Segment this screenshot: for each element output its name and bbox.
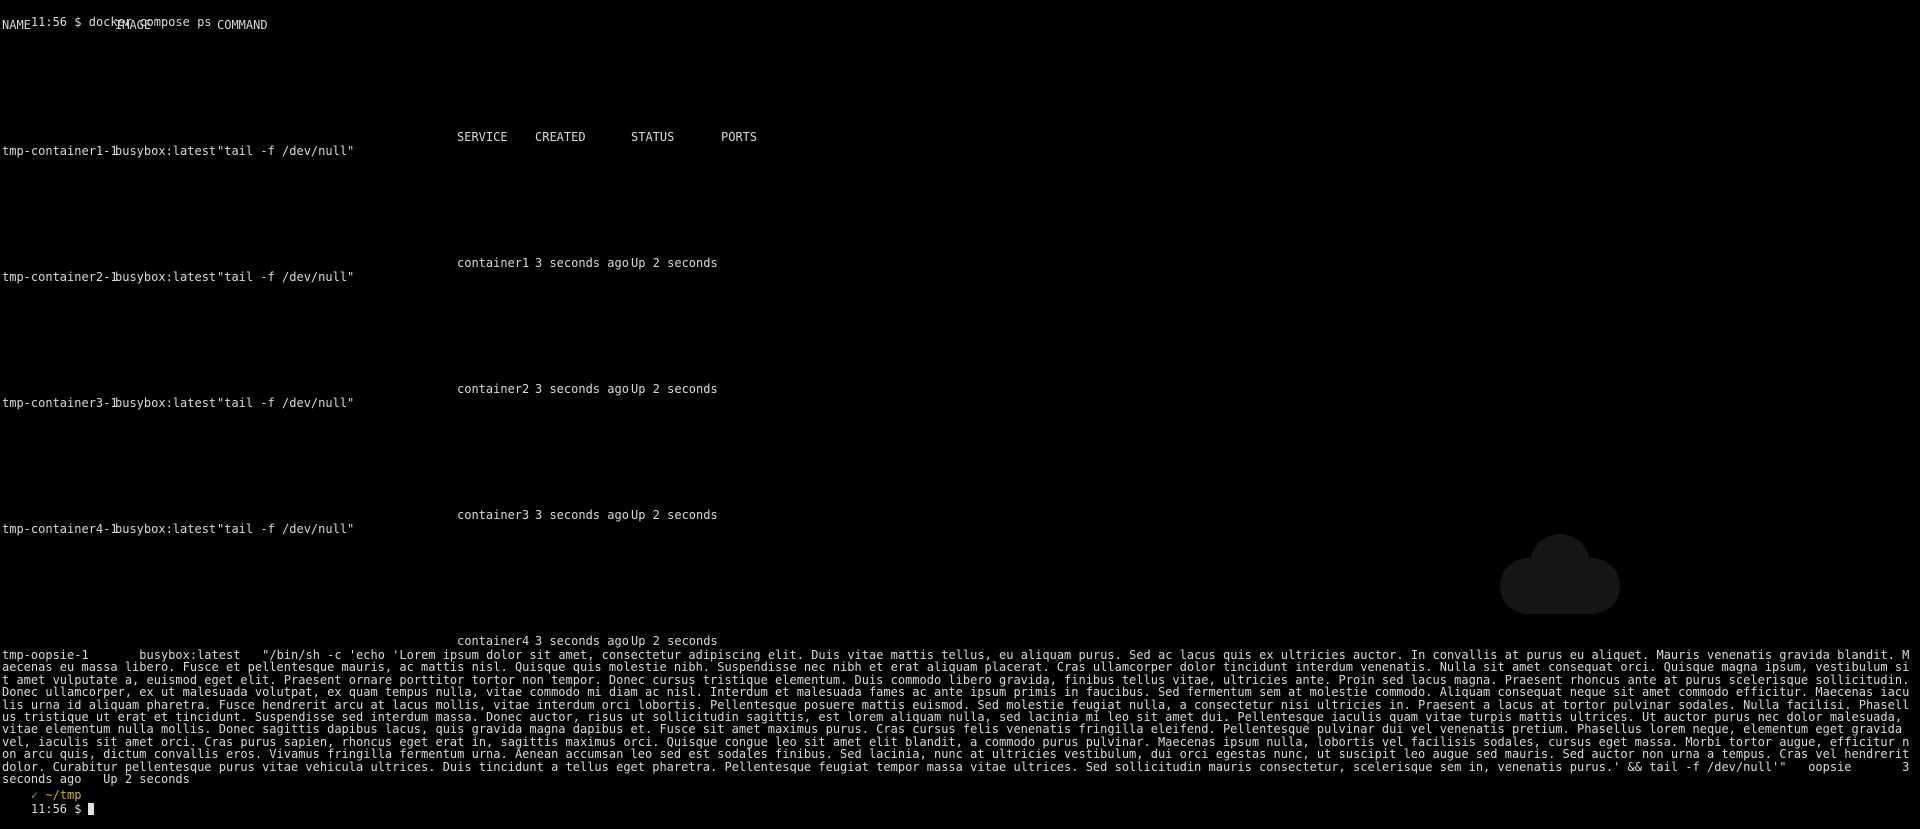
container-command: "tail -f /dev/null" <box>217 396 355 410</box>
oopsie-status: Up 2 seconds <box>103 772 190 787</box>
header-service: SERVICE <box>457 130 508 144</box>
container-created: 3 seconds ago <box>535 382 629 396</box>
command-line: 11:56 $ docker compose ps <box>2 3 212 42</box>
header-created: CREATED <box>535 130 586 144</box>
header-status: STATUS <box>631 130 675 144</box>
container-name: tmp-container3-1 <box>2 396 118 410</box>
container-status: Up 2 seconds <box>631 382 718 396</box>
header-command: COMMAND <box>217 18 268 32</box>
container-name: tmp-container1-1 <box>2 144 118 158</box>
container-status: Up 2 seconds <box>631 634 718 648</box>
terminal-window[interactable]: 11:56 $ docker compose ps NAME IMAGE COM… <box>0 0 1920 816</box>
container-service: container3 <box>457 508 530 522</box>
container-name: tmp-container2-1 <box>2 270 118 284</box>
prompt-input-line[interactable]: 11:56 $ <box>2 790 94 829</box>
header-ports: PORTS <box>721 130 758 144</box>
container-created: 3 seconds ago <box>535 508 629 522</box>
container-image: busybox:latest <box>115 396 217 410</box>
container-command: "tail -f /dev/null" <box>217 270 355 284</box>
container-status: Up 2 seconds <box>631 256 718 270</box>
container-command: "tail -f /dev/null" <box>217 522 355 536</box>
header-name: NAME <box>2 18 31 32</box>
container-service: container1 <box>457 256 530 270</box>
container-image: busybox:latest <box>115 270 217 284</box>
container-command: "tail -f /dev/null" <box>217 144 355 158</box>
prompt-symbol: $ <box>74 802 82 816</box>
container-status: Up 2 seconds <box>631 508 718 522</box>
header-image: IMAGE <box>115 18 152 32</box>
command-time: 11:56 <box>30 15 68 29</box>
oopsie-service: oopsie <box>1808 759 1852 774</box>
container-created: 3 seconds ago <box>535 634 629 648</box>
background-weather-widget <box>1480 508 1920 658</box>
container-name: tmp-container4-1 <box>2 522 118 536</box>
oopsie-command: "/bin/sh -c 'echo 'Lorem ipsum dolor sit… <box>2 648 1917 774</box>
prompt-time: 11:56 <box>30 802 68 816</box>
cloud-icon <box>1500 534 1620 614</box>
container-service: container2 <box>457 382 530 396</box>
container-created: 3 seconds ago <box>535 256 629 270</box>
container-image: busybox:latest <box>115 522 217 536</box>
container-image: busybox:latest <box>115 144 217 158</box>
container-service: container4 <box>457 634 530 648</box>
terminal-cursor[interactable] <box>87 803 94 815</box>
oopsie-row: tmp-oopsie-1 busybox:latest "/bin/sh -c … <box>2 648 1917 787</box>
